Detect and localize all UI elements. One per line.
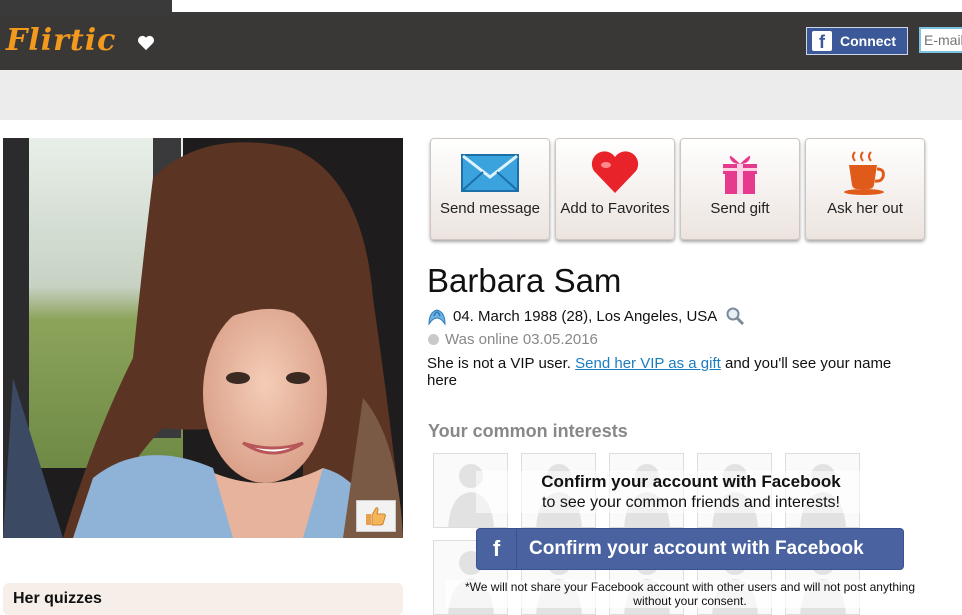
facebook-confirm-heading: Confirm your account with Facebook	[541, 472, 841, 491]
common-interests-title: Your common interests	[428, 421, 628, 441]
send-gift-button[interactable]: Send gift	[680, 138, 800, 240]
add-to-favorites-label: Add to Favorites	[560, 200, 670, 217]
facebook-confirm-subheading: to see your common friends and interests…	[542, 494, 840, 511]
profile-birth-info: 04. March 1988 (28), Los Angeles, USA	[427, 306, 745, 326]
facebook-connect-label: Connect	[840, 33, 896, 49]
facebook-icon: f	[812, 31, 832, 52]
email-input[interactable]	[919, 27, 962, 53]
send-gift-label: Send gift	[710, 200, 770, 217]
add-to-favorites-button[interactable]: Add to Favorites	[555, 138, 675, 240]
like-photo-button[interactable]	[356, 500, 396, 532]
offline-dot-icon	[428, 334, 439, 345]
envelope-icon	[461, 154, 519, 192]
site-logo[interactable]: Flirtic	[6, 23, 116, 58]
send-vip-gift-link[interactable]: Send her VIP as a gift	[575, 355, 721, 372]
profile-name: Barbara Sam	[427, 262, 622, 299]
facebook-icon: f	[477, 529, 517, 569]
her-quizzes-box: Her quizzes	[3, 583, 403, 615]
online-status: Was online 03.05.2016	[428, 331, 598, 348]
birth-text: 04. March 1988 (28), Los Angeles, USA	[453, 307, 718, 325]
facebook-confirm-prompt: Confirm your account with Facebook to se…	[476, 471, 906, 513]
confirm-facebook-label: Confirm your account with Facebook	[529, 538, 864, 559]
subheader-bar	[0, 70, 962, 120]
top-strip	[0, 0, 962, 15]
send-message-label: Send message	[439, 200, 541, 217]
facebook-disclaimer: *We will not share your Facebook account…	[446, 580, 934, 608]
search-icon[interactable]	[725, 306, 745, 326]
confirm-facebook-button[interactable]: f Confirm your account with Facebook	[476, 528, 904, 570]
ask-her-out-button[interactable]: Ask her out	[805, 138, 925, 240]
vip-prefix: She is not a VIP user.	[427, 355, 576, 372]
zodiac-pisces-icon	[428, 309, 446, 326]
top-strip-dark	[0, 0, 172, 15]
vip-info: She is not a VIP user. Send her VIP as a…	[427, 355, 907, 389]
online-status-text: Was online 03.05.2016	[445, 331, 598, 348]
facebook-connect-button[interactable]: f Connect	[806, 27, 908, 55]
ask-her-out-label: Ask her out	[827, 200, 903, 217]
profile-photo-image	[3, 138, 403, 538]
heart-icon	[591, 151, 639, 193]
her-quizzes-title: Her quizzes	[13, 590, 102, 607]
profile-actions: Send message Add to Favorites Send gift	[430, 138, 925, 240]
site-header: Flirtic f Connect	[0, 15, 962, 70]
coffee-cup-icon	[844, 151, 885, 195]
gift-icon	[723, 156, 757, 194]
logo-heart-icon	[138, 35, 154, 51]
thumbs-up-icon	[366, 507, 386, 526]
send-message-button[interactable]: Send message	[430, 138, 550, 240]
profile-photo[interactable]	[3, 138, 403, 538]
